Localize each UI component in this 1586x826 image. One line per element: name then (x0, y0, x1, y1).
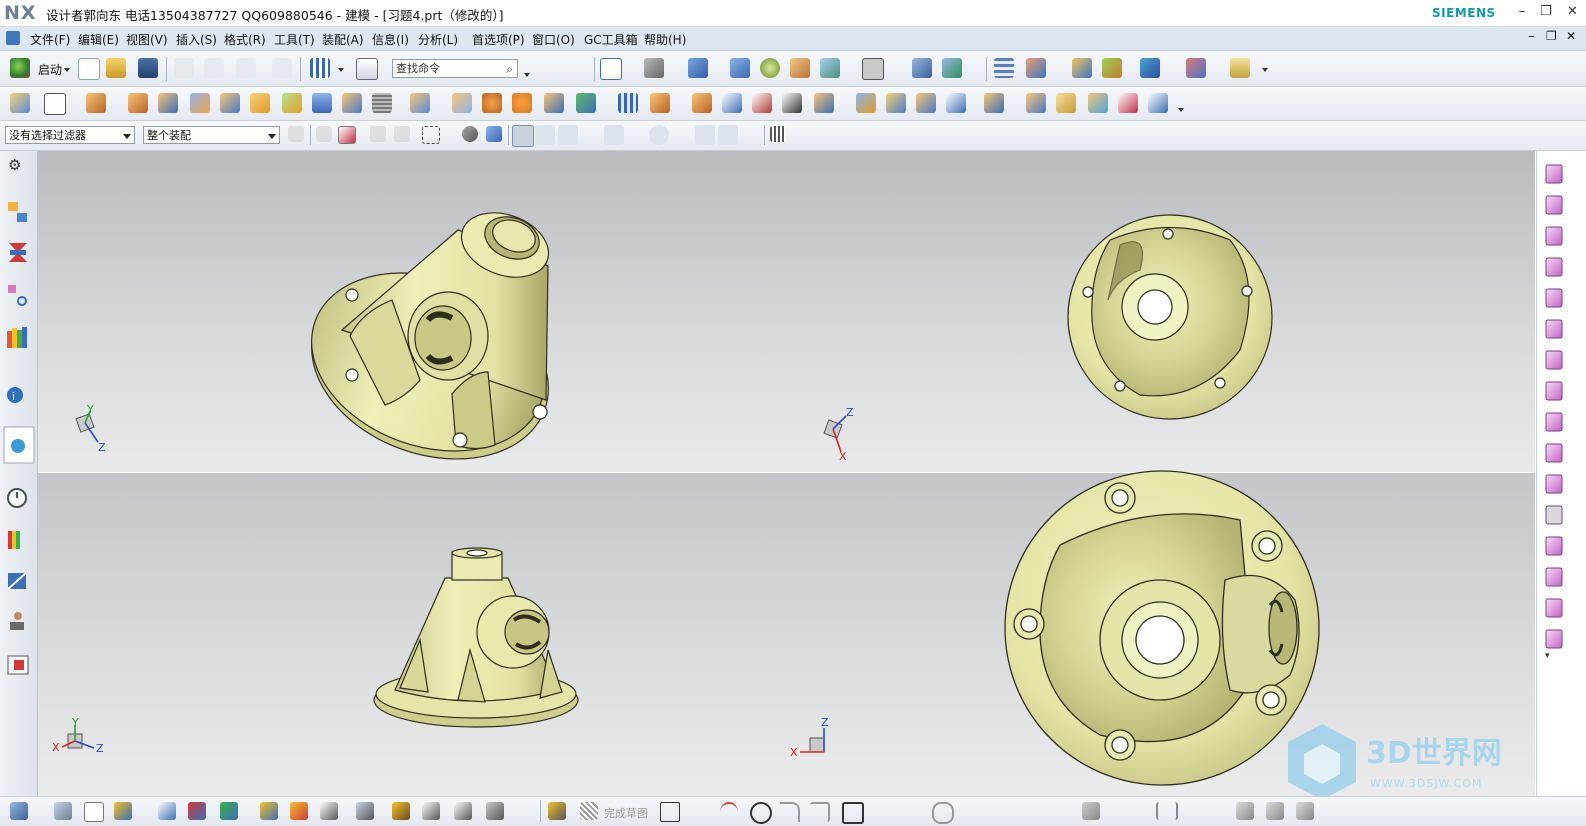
triad-bottom-left: Y X Z (52, 716, 104, 755)
trim-icon[interactable] (260, 802, 278, 820)
corner-icon[interactable] (320, 802, 338, 820)
constraint-navigator-icon[interactable] (9, 243, 27, 262)
fillet-icon[interactable] (780, 802, 800, 822)
right-toolbar-icons: ▾ (1545, 164, 1563, 661)
triad-label: Y (86, 403, 94, 416)
sketch-curve-icon[interactable] (10, 802, 28, 820)
watermark: 3D世界网 WWW.3DSJW.COM (1288, 724, 1502, 800)
watermark-url: WWW.3DSJW.COM (1370, 777, 1483, 790)
triad-label: Z (821, 716, 829, 729)
watermark-text: 3D世界网 (1366, 736, 1502, 771)
mirror-body-icon[interactable] (1545, 598, 1563, 618)
circle-icon[interactable] (750, 802, 772, 824)
finish-sketch-icon[interactable] (548, 802, 566, 820)
system-materials-icon[interactable] (8, 531, 20, 549)
line-icon[interactable] (158, 802, 176, 820)
project-curve-icon[interactable] (454, 802, 472, 820)
arc-icon[interactable] (720, 802, 738, 822)
wrap-body-icon[interactable] (1545, 536, 1563, 556)
point-icon[interactable] (114, 802, 132, 820)
scroll-down-icon[interactable]: ▾ (1545, 651, 1550, 661)
make-corner-icon[interactable] (1042, 802, 1060, 820)
triad-label: X (839, 450, 847, 463)
process-studio-icon[interactable] (7, 572, 27, 590)
reuse-library-icon[interactable] (7, 327, 27, 348)
cone-view-icon[interactable] (1545, 567, 1563, 587)
rotate-object-icon[interactable] (1545, 226, 1563, 246)
triad-label: Y (71, 716, 79, 729)
polygon-icon[interactable] (872, 802, 890, 820)
point-tool-icon[interactable] (902, 802, 920, 820)
part-navigator-icon[interactable] (8, 285, 27, 306)
part-front-view[interactable] (373, 547, 579, 728)
triad-label: X (790, 746, 798, 759)
part-iso-view[interactable] (286, 201, 574, 490)
svg-text:i: i (12, 390, 15, 403)
angular-dimension-icon[interactable] (1192, 802, 1210, 820)
pattern-curve-icon[interactable] (392, 802, 410, 820)
triangle-view-icon[interactable] (1545, 350, 1563, 370)
sketch-plane-icon[interactable] (54, 802, 72, 820)
info-icon[interactable]: i (7, 387, 23, 403)
intersect-curve-icon[interactable] (486, 802, 504, 820)
extend-icon[interactable] (290, 802, 308, 820)
assembly-navigator-icon[interactable] (8, 202, 27, 222)
spline-icon[interactable] (932, 802, 954, 824)
rapid-dimension-icon[interactable] (1122, 802, 1140, 820)
web-browser-icon[interactable] (3, 426, 35, 464)
measure-body-icon[interactable] (1545, 474, 1563, 494)
quick-extend-icon[interactable] (1012, 802, 1030, 820)
quick-trim-icon[interactable] (982, 802, 1000, 820)
triad-label: Z (98, 441, 106, 454)
part-bottom-view[interactable] (1004, 470, 1320, 786)
triad-label: Z (96, 742, 104, 755)
animate-dimension-icon[interactable] (1236, 802, 1254, 820)
profile-icon[interactable] (660, 802, 680, 822)
rectangle-icon[interactable] (842, 802, 864, 824)
edit-body-icon[interactable] (1545, 319, 1563, 339)
hidden-body-icon[interactable] (1545, 505, 1563, 525)
alternate-solution-icon[interactable] (1296, 802, 1314, 820)
paste-body-icon[interactable] (1545, 443, 1563, 463)
roles-icon[interactable] (7, 655, 29, 675)
linear-dimension-icon[interactable] (1156, 802, 1178, 820)
triad-label: Z (846, 406, 854, 419)
chamfer-curve-icon[interactable] (810, 802, 830, 822)
transform-icon[interactable] (1545, 195, 1563, 215)
sketch-view-icon[interactable] (84, 802, 104, 822)
triad-label: X (52, 741, 60, 754)
sketch-grid-icon[interactable] (580, 802, 598, 820)
scale-object-icon[interactable] (1545, 257, 1563, 277)
line-tool-icon[interactable] (692, 802, 710, 820)
copy-body-icon[interactable] (1545, 412, 1563, 432)
offset-curve-icon[interactable] (356, 802, 374, 820)
move-body-icon[interactable] (1545, 629, 1563, 649)
sketch-toolbar: 完成草图 (0, 796, 1586, 826)
mirror-curve-icon[interactable] (422, 802, 440, 820)
move-object-icon[interactable] (1545, 164, 1563, 184)
gear-icon[interactable]: ⚙ (8, 156, 21, 174)
delete-body-icon[interactable] (1545, 381, 1563, 401)
triad-top-left: Y Z (75, 403, 106, 454)
dimension-icon[interactable] (220, 802, 238, 820)
finish-sketch-label[interactable]: 完成草图 (604, 805, 648, 821)
triad-bottom-right: Z X (790, 716, 829, 759)
manikin-icon[interactable] (10, 612, 24, 630)
part-top-view[interactable] (1067, 214, 1273, 420)
history-icon[interactable] (7, 488, 27, 508)
auto-constraint-icon[interactable] (1082, 802, 1100, 820)
convert-reference-icon[interactable] (1266, 802, 1284, 820)
cylinder-view-icon[interactable] (1545, 288, 1563, 308)
constraint-icon[interactable] (188, 802, 206, 820)
resource-bar-icons: ⚙ i (3, 156, 35, 675)
triad-top-right: Z X (823, 406, 854, 463)
